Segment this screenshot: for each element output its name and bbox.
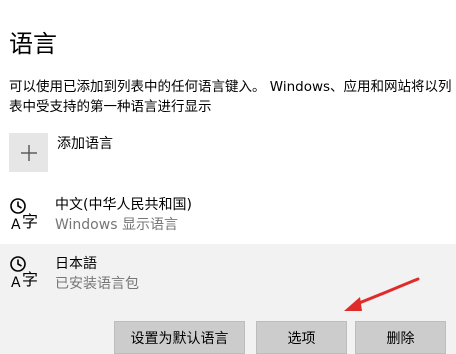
plus-icon (20, 144, 37, 161)
options-button[interactable]: 选项 (256, 321, 347, 354)
page-title: 语言 (9, 30, 57, 58)
language-item-chinese[interactable]: A 字 中文(中华人民共和国) Windows 显示语言 (0, 194, 456, 246)
language-name: 中文(中华人民共和国) (55, 197, 192, 213)
add-language-button[interactable]: 添加语言 (9, 133, 113, 173)
description-text: 可以使用已添加到列表中的任何语言键入。 Windows、应用和网站将以列表中受支… (9, 79, 452, 115)
language-name: 日本語 (55, 256, 97, 272)
svg-text:A: A (11, 217, 21, 232)
svg-text:A: A (11, 275, 21, 290)
language-status: Windows 显示语言 (55, 217, 178, 233)
add-tile (9, 133, 48, 172)
add-language-label: 添加语言 (57, 136, 113, 152)
language-icon: A 字 (10, 198, 38, 232)
svg-text:字: 字 (22, 270, 38, 289)
language-icon: A 字 (10, 256, 38, 290)
language-status: 已安装语言包 (55, 276, 139, 292)
set-default-language-button[interactable]: 设置为默认语言 (114, 321, 245, 354)
svg-text:字: 字 (22, 212, 38, 231)
remove-button[interactable]: 删除 (355, 321, 446, 354)
language-settings-page: 语言 可以使用已添加到列表中的任何语言键入。 Windows、应用和网站将以列表… (0, 0, 456, 354)
page-description: 可以使用已添加到列表中的任何语言键入。 Windows、应用和网站将以列表中受支… (9, 77, 456, 117)
